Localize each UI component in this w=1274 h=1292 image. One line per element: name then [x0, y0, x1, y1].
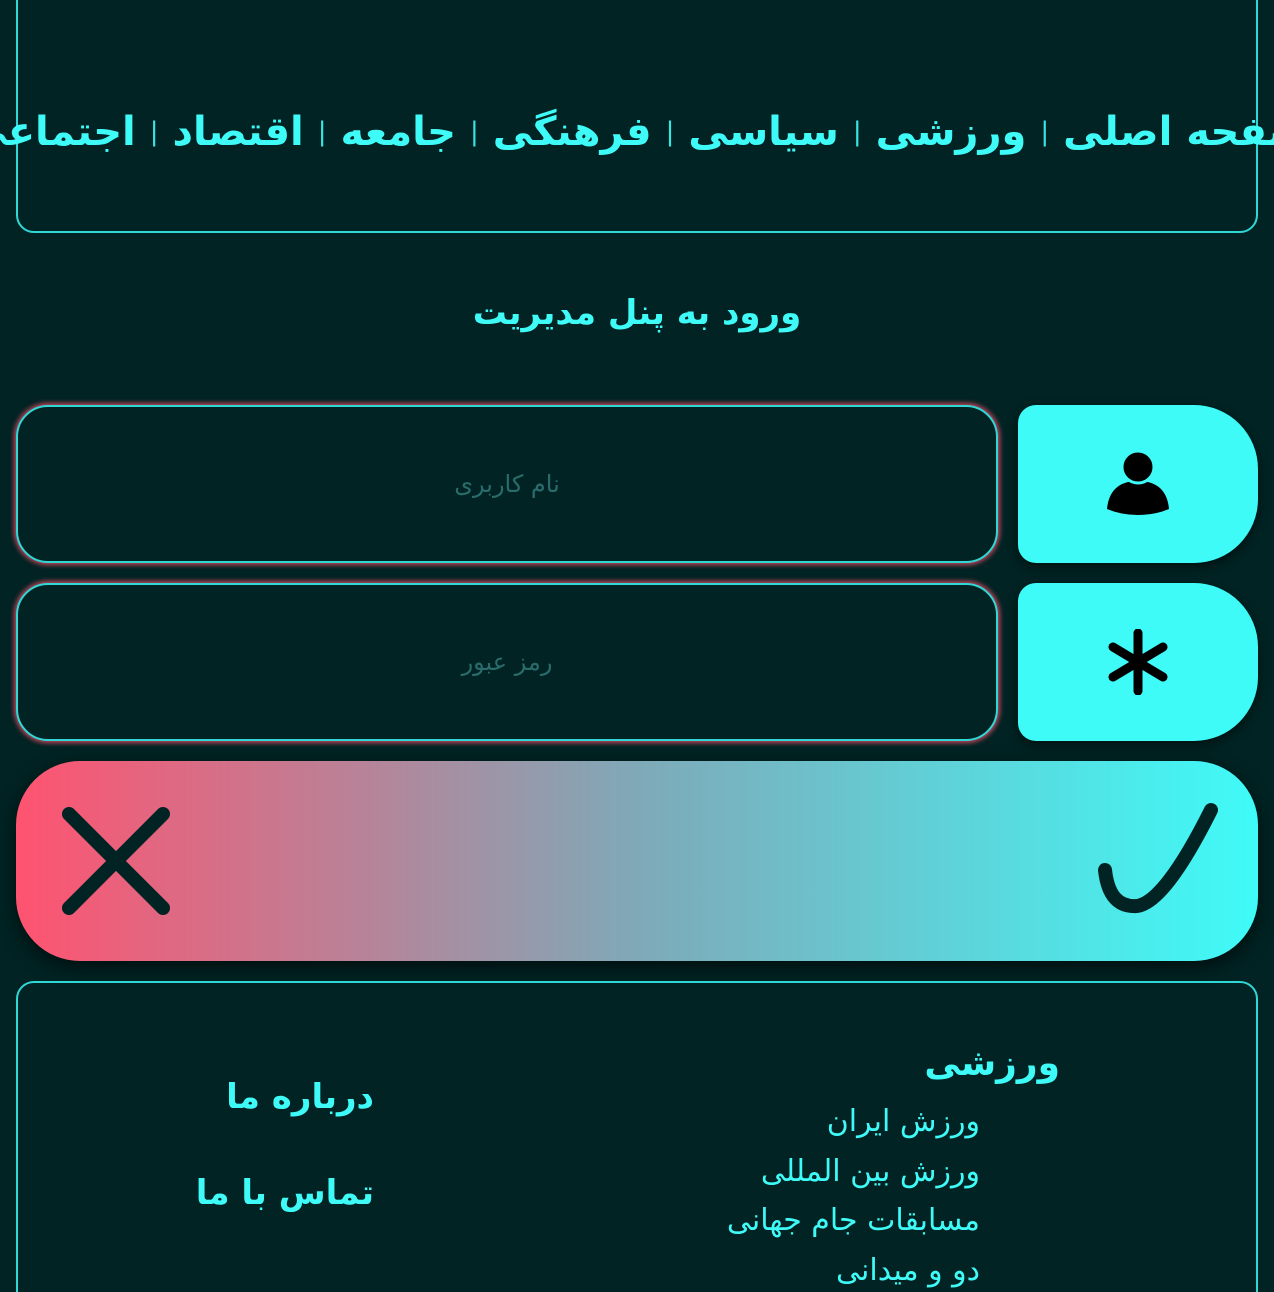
cancel-button[interactable] [16, 761, 216, 961]
nav-item-home[interactable]: صفحه اصلی [1063, 109, 1274, 155]
footer-link-athletics[interactable]: دو و میدانی [727, 1246, 980, 1292]
nav-separator: | [1040, 116, 1050, 147]
footer-sports-title: ورزشی [924, 1043, 1060, 1084]
nav-item-politics[interactable]: سیاسی [688, 109, 839, 155]
password-icon-box [1018, 583, 1258, 741]
footer-link-iran-sports[interactable]: ورزش ایران [727, 1097, 980, 1147]
nav-menu: صفحه اصلی | ورزشی | سیاسی | فرهنگی | جام… [0, 109, 1274, 155]
user-icon [1107, 449, 1169, 515]
footer-link-international-sports[interactable]: ورزش بین المللی [727, 1147, 980, 1197]
nav-item-economy[interactable]: اقتصاد [173, 109, 304, 155]
asterisk-icon [1108, 629, 1168, 695]
nav-item-culture[interactable]: فرهنگی [493, 109, 652, 155]
login-panel-title: ورود به پنل مدیریت [472, 293, 802, 333]
nav-separator: | [852, 116, 862, 147]
password-input[interactable] [18, 585, 996, 739]
confirm-button[interactable] [1058, 761, 1258, 961]
footer: ورزشی ورزش ایران ورزش بین المللی مسابقات… [16, 981, 1258, 1292]
nav-separator: | [469, 116, 479, 147]
footer-about-link[interactable]: درباره ما [226, 1077, 374, 1117]
footer-contact-link[interactable]: تماس با ما [196, 1173, 374, 1213]
username-icon-box [1018, 405, 1258, 563]
action-bar [16, 761, 1258, 961]
nav-item-society[interactable]: جامعه [341, 109, 456, 155]
footer-sports-links: ورزش ایران ورزش بین المللی مسابقات جام ج… [727, 1097, 980, 1292]
footer-link-world-cup[interactable]: مسابقات جام جهانی [727, 1196, 980, 1246]
nav-separator: | [149, 116, 159, 147]
password-field-wrapper [16, 583, 998, 741]
checkmark-icon [1098, 803, 1218, 914]
username-field-wrapper [16, 405, 998, 563]
top-navigation: صفحه اصلی | ورزشی | سیاسی | فرهنگی | جام… [0, 0, 1274, 233]
username-input[interactable] [18, 407, 996, 561]
nav-item-social[interactable]: اجتماعی [0, 109, 136, 155]
nav-item-sports[interactable]: ورزشی [876, 109, 1027, 155]
close-icon [62, 807, 170, 915]
nav-separator: | [665, 116, 675, 147]
nav-separator: | [317, 116, 327, 147]
